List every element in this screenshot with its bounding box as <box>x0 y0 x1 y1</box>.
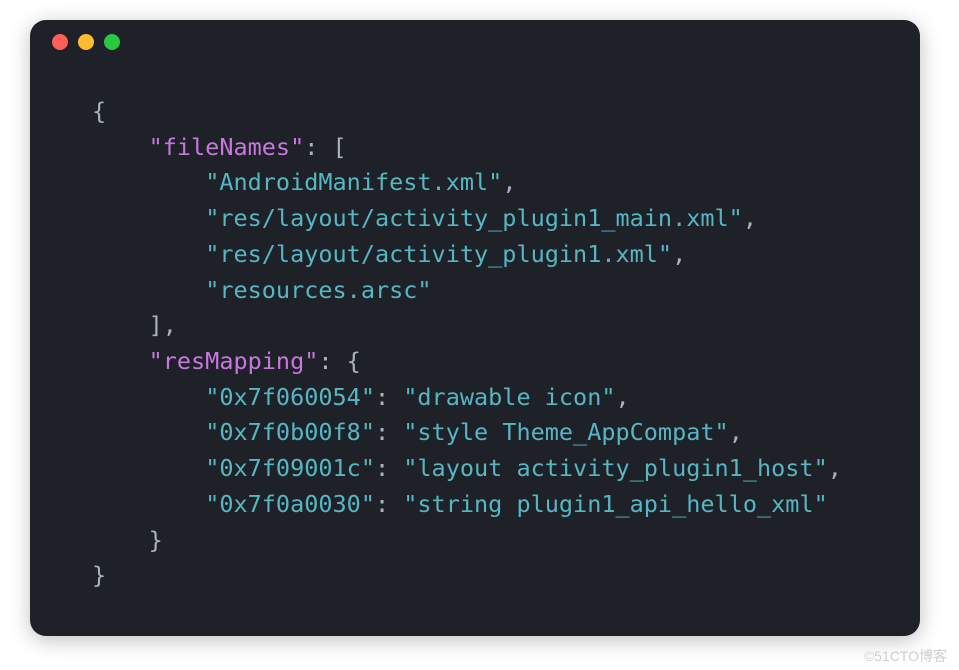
json-string: "res/layout/activity_plugin1.xml" <box>205 240 672 268</box>
json-value: "style Theme_AppCompat" <box>403 418 728 446</box>
json-key-filenames: "fileNames" <box>149 133 305 161</box>
json-value: "layout activity_plugin1_host" <box>403 454 827 482</box>
json-value: "drawable icon" <box>403 383 615 411</box>
json-key-resmapping: "resMapping" <box>149 347 319 375</box>
json-string: "res/layout/activity_plugin1_main.xml" <box>205 204 743 232</box>
brace-close: } <box>92 561 106 589</box>
json-key: "0x7f09001c" <box>205 454 375 482</box>
json-key: "0x7f0b00f8" <box>205 418 375 446</box>
json-string: "AndroidManifest.xml" <box>205 168 502 196</box>
window-titlebar <box>30 20 920 64</box>
maximize-icon[interactable] <box>104 34 120 50</box>
watermark-text: ©51CTO博客 <box>864 646 947 666</box>
json-key: "0x7f0a0030" <box>205 490 375 518</box>
json-key: "0x7f060054" <box>205 383 375 411</box>
code-block: { "fileNames": [ "AndroidManifest.xml", … <box>30 64 920 594</box>
minimize-icon[interactable] <box>78 34 94 50</box>
brace-open: { <box>92 97 106 125</box>
json-string: "resources.arsc" <box>205 276 431 304</box>
close-icon[interactable] <box>52 34 68 50</box>
json-value: "string plugin1_api_hello_xml" <box>403 490 827 518</box>
code-window: { "fileNames": [ "AndroidManifest.xml", … <box>30 20 920 636</box>
